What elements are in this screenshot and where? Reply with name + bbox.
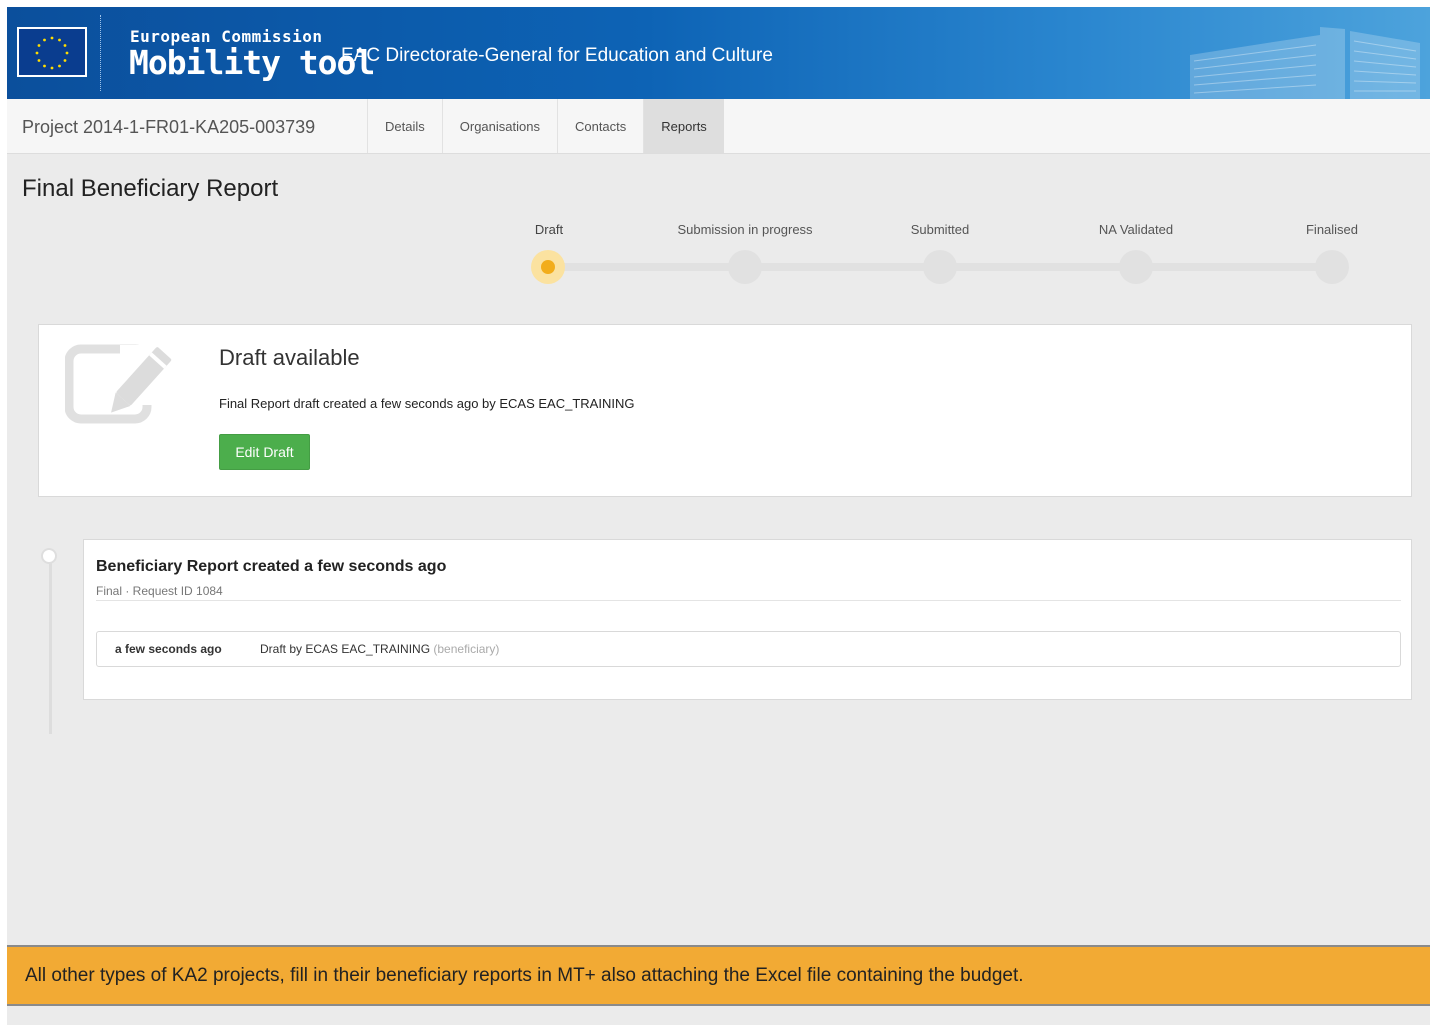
timeline-line	[49, 558, 52, 734]
event-title: Beneficiary Report created a few seconds…	[96, 558, 447, 575]
project-nav-bar: Project 2014-1-FR01-KA205-003739 Details…	[7, 99, 1430, 154]
step-label-na-validated: NA Validated	[1098, 222, 1174, 237]
project-title: Project 2014-1-FR01-KA205-003739	[22, 117, 316, 137]
history-time: a few seconds ago	[115, 642, 222, 656]
step-label-draft: Draft	[534, 222, 564, 237]
step-label-finalised: Finalised	[1305, 222, 1359, 237]
step-dot-submitted	[923, 250, 957, 284]
app-window: European Commission Mobility tool EAC Di…	[7, 7, 1430, 1025]
tab-contacts[interactable]: Contacts	[556, 99, 643, 153]
directorate-title: EAC Directorate-General for Education an…	[341, 45, 773, 66]
timeline-event: Beneficiary Report created a few seconds…	[83, 539, 1412, 700]
berlaymont-building-image	[1190, 27, 1420, 99]
history-row: a few seconds ago Draft by ECAS EAC_TRAI…	[96, 631, 1401, 667]
notice-banner: All other types of KA2 projects, fill in…	[7, 945, 1430, 1006]
eu-flag-logo	[17, 27, 87, 77]
timeline-marker	[41, 548, 57, 564]
step-dot-draft	[531, 250, 565, 284]
edit-draft-button[interactable]: Edit Draft	[219, 434, 310, 470]
history-description: Draft by ECAS EAC_TRAINING (beneficiary)	[260, 642, 499, 656]
tab-organisations[interactable]: Organisations	[441, 99, 557, 153]
draft-status-message: Final Report draft created a few seconds…	[219, 396, 635, 411]
step-dot-submission-in-progress	[728, 250, 762, 284]
step-dot-finalised	[1315, 250, 1349, 284]
edit-icon	[65, 344, 172, 424]
step-dot-na-validated	[1119, 250, 1153, 284]
page-title: Final Beneficiary Report	[22, 175, 279, 202]
step-label-submitted: Submitted	[910, 222, 970, 237]
notice-text: All other types of KA2 projects, fill in…	[25, 965, 1024, 986]
event-subtitle: Final · Request ID 1084	[96, 584, 223, 598]
draft-status-title: Draft available	[219, 345, 360, 370]
step-label-submission-in-progress: Submission in progress	[677, 222, 813, 237]
app-title: Mobility tool	[129, 43, 375, 82]
tab-details[interactable]: Details	[367, 99, 442, 153]
header-separator	[100, 15, 101, 91]
draft-panel: Draft available Final Report draft creat…	[38, 324, 1412, 497]
event-divider	[96, 600, 1401, 601]
history-action: Draft by ECAS EAC_TRAINING	[260, 642, 431, 656]
tab-reports[interactable]: Reports	[643, 99, 724, 153]
history-role: (beneficiary)	[433, 642, 500, 656]
project-tabs: Details Organisations Contacts Reports	[367, 99, 724, 153]
header-banner: European Commission Mobility tool EAC Di…	[7, 7, 1430, 99]
